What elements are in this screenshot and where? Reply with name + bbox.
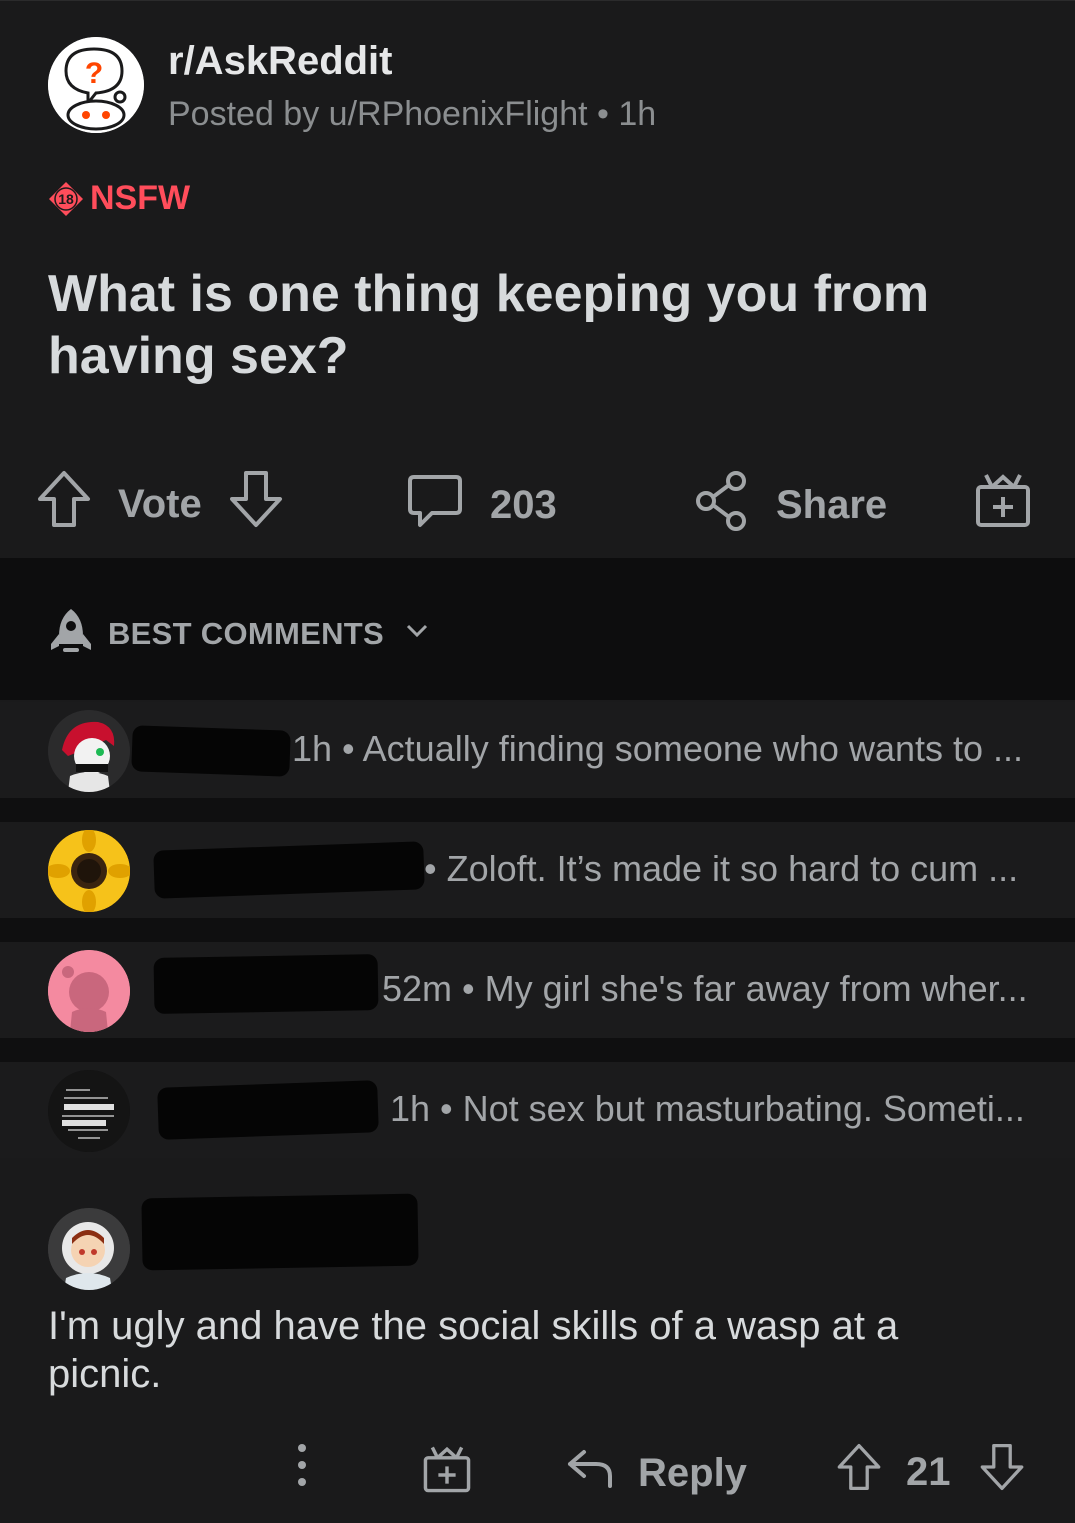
post-page: ? r/AskReddit Posted by u/RPhoenixFlight… — [0, 0, 1075, 1523]
row-divider — [0, 918, 1075, 942]
gift-award-icon — [422, 1444, 472, 1504]
comment-vote-control: 21 — [836, 1442, 1025, 1502]
upvote-icon[interactable] — [36, 469, 92, 539]
comment-sort-dropdown[interactable]: BEST COMMENTS — [48, 606, 428, 661]
vote-label: Vote — [118, 481, 202, 526]
rocket-best-icon — [48, 606, 94, 661]
upvote-icon[interactable] — [836, 1442, 882, 1502]
astronaut-avatar-icon — [48, 1208, 130, 1290]
comment-body: I'm ugly and have the social skills of a… — [48, 1304, 899, 1396]
reply-arrow-icon — [566, 1446, 614, 1500]
comment-bubble-icon — [406, 471, 464, 539]
comment-sort-bar[interactable]: BEST COMMENTS — [0, 558, 1075, 700]
comment-preview: • Zoloft. It’s made it so hard to cum ..… — [424, 848, 1019, 889]
award-button[interactable] — [974, 471, 1032, 539]
redacted-username — [131, 725, 291, 777]
chevron-down-icon — [406, 624, 428, 643]
post-title: What is one thing keeping you from havin… — [48, 265, 930, 385]
share-icon — [694, 469, 750, 541]
comment-score: 21 — [906, 1449, 951, 1494]
share-button[interactable]: Share — [694, 469, 887, 541]
nsfw-label: NSFW — [90, 179, 191, 217]
downvote-icon[interactable] — [979, 1442, 1025, 1502]
user-avatar[interactable] — [48, 710, 130, 792]
gift-award-icon — [974, 471, 1032, 539]
user-avatar[interactable] — [48, 950, 130, 1032]
askreddit-logo-icon: ? — [48, 37, 144, 133]
more-options-button[interactable] — [290, 1442, 314, 1498]
reply-button[interactable]: Reply — [566, 1446, 747, 1500]
redacted-username — [157, 1080, 379, 1140]
sunflower-icon — [48, 830, 130, 912]
collapsed-comment-row[interactable]: 52m • My girl she's far away from wher..… — [0, 942, 1075, 1038]
collapsed-comment-row[interactable]: 1h • Actually finding someone who wants … — [0, 702, 1075, 798]
share-label: Share — [776, 482, 888, 527]
row-divider — [0, 798, 1075, 822]
redacted-username — [153, 954, 379, 1014]
comment-preview: 52m • My girl she's far away from wher..… — [382, 968, 1028, 1009]
post-header: ? r/AskReddit Posted by u/RPhoenixFlight… — [0, 0, 1075, 559]
nsfw-18-icon: 18 — [48, 181, 84, 217]
text-collage-avatar-icon — [48, 1070, 130, 1152]
snoo-default-icon — [48, 950, 130, 1032]
redacted-username — [141, 1193, 419, 1271]
vote-control: Vote — [36, 469, 284, 539]
collapsed-comment-row[interactable]: 1h • Not sex but masturbating. Someti... — [0, 1062, 1075, 1158]
user-avatar[interactable] — [48, 1070, 130, 1152]
sort-label: BEST COMMENTS — [108, 615, 385, 651]
comment-preview: 1h • Not sex but masturbating. Someti... — [390, 1088, 1025, 1129]
expanded-comment: I'm ugly and have the social skills of a… — [0, 1184, 1075, 1523]
subreddit-avatar[interactable]: ? — [48, 37, 144, 133]
subreddit-name[interactable]: r/AskReddit — [168, 39, 393, 84]
comment-preview: 1h • Actually finding someone who wants … — [292, 728, 1024, 769]
post-author-meta[interactable]: Posted by u/RPhoenixFlight • 1h — [168, 95, 656, 134]
nsfw-tag: 18 NSFW — [48, 179, 190, 218]
avatar-red-hair-icon — [48, 710, 130, 792]
reply-label: Reply — [638, 1450, 747, 1495]
redacted-username — [153, 841, 425, 899]
more-vertical-icon — [290, 1442, 314, 1498]
downvote-icon[interactable] — [228, 469, 284, 539]
user-avatar[interactable] — [48, 830, 130, 912]
comments-button[interactable]: 203 — [406, 471, 557, 539]
svg-text:18: 18 — [58, 191, 74, 207]
give-award-button[interactable] — [422, 1444, 472, 1504]
collapsed-comment-row[interactable]: • Zoloft. It’s made it so hard to cum ..… — [0, 822, 1075, 918]
row-divider — [0, 1038, 1075, 1062]
comment-count: 203 — [490, 482, 557, 527]
svg-text:?: ? — [85, 57, 103, 90]
user-avatar[interactable] — [48, 1208, 130, 1290]
